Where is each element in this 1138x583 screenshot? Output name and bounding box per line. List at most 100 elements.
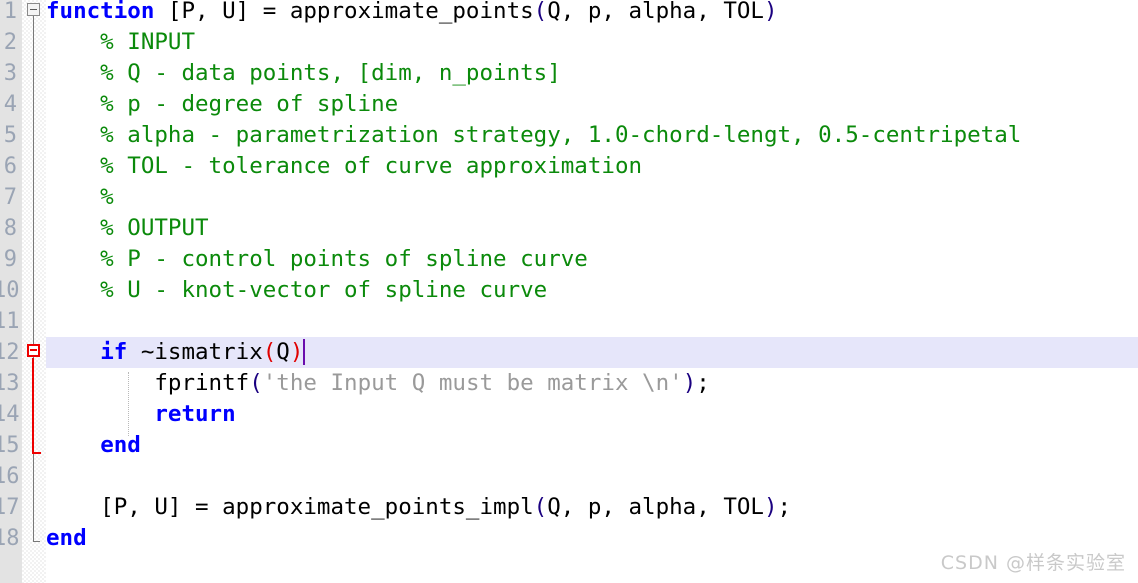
line-number: 5 xyxy=(3,123,17,148)
code-line-text: % U - knot-vector of spline curve xyxy=(46,275,547,306)
code-content-area[interactable]: function [P, U] = approximate_points(Q, … xyxy=(46,0,1138,583)
code-line-text: % OUTPUT xyxy=(46,213,209,244)
token-mparen: ( xyxy=(262,339,277,365)
token-paren: ) xyxy=(763,494,778,520)
token-str: 'the Input Q must be matrix \n' xyxy=(262,370,683,396)
line-number: 14 xyxy=(0,402,20,427)
token-plain: fprintf xyxy=(46,370,250,396)
code-line[interactable] xyxy=(46,306,1138,337)
token-plain: ; xyxy=(696,370,710,396)
code-line-text: function [P, U] = approximate_points(Q, … xyxy=(46,0,778,27)
line-number-gutter: 123456789101112131415161718 xyxy=(0,0,22,583)
line-number: 3 xyxy=(3,61,17,86)
token-paren: ) xyxy=(682,370,697,396)
line-number: 13 xyxy=(0,371,20,396)
code-line-active[interactable]: if ~ismatrix(Q) xyxy=(46,337,1138,368)
token-mparen: ) xyxy=(289,339,304,365)
code-line[interactable]: % xyxy=(46,182,1138,213)
code-line-text: [P, U] = approximate_points_impl(Q, p, a… xyxy=(46,492,791,523)
token-comment: % P - control points of spline curve xyxy=(46,246,588,272)
token-kw: end xyxy=(100,432,141,458)
code-line[interactable]: % P - control points of spline curve xyxy=(46,244,1138,275)
token-comment: % U - knot-vector of spline curve xyxy=(46,277,548,303)
line-number: 6 xyxy=(3,154,17,179)
code-line-text: % Q - data points, [dim, n_points] xyxy=(46,58,561,89)
code-line-text: return xyxy=(46,399,236,430)
code-line[interactable]: function [P, U] = approximate_points(Q, … xyxy=(46,0,1138,27)
code-line-text: % xyxy=(46,182,114,213)
token-plain: Q, p, alpha, TOL xyxy=(547,0,764,24)
line-number: 18 xyxy=(0,526,20,551)
code-line-text: fprintf('the Input Q must be matrix \n')… xyxy=(46,368,710,399)
fold-marker-if[interactable] xyxy=(27,344,40,357)
code-line-text: end xyxy=(46,523,87,554)
code-line[interactable] xyxy=(46,461,1138,492)
token-paren: ( xyxy=(533,494,548,520)
fold-spine-function xyxy=(33,16,34,541)
fold-marker-function[interactable] xyxy=(27,3,40,16)
fold-end-tick-if xyxy=(32,452,41,454)
token-paren: ( xyxy=(249,370,263,396)
line-number: 17 xyxy=(0,495,20,520)
minus-icon xyxy=(30,349,37,351)
line-number: 12 xyxy=(0,340,20,365)
code-line-text: % p - degree of spline xyxy=(46,89,398,120)
line-number: 11 xyxy=(0,309,20,334)
token-comment: % alpha - parametrization strategy, 1.0-… xyxy=(46,122,1022,148)
token-comment: % OUTPUT xyxy=(46,215,209,241)
code-folding-column[interactable] xyxy=(22,0,46,583)
code-line[interactable]: end xyxy=(46,430,1138,461)
minus-icon xyxy=(30,9,37,10)
text-caret xyxy=(303,339,306,365)
code-line[interactable]: % p - degree of spline xyxy=(46,89,1138,120)
fold-end-tick-function xyxy=(33,541,40,542)
code-line-text: end xyxy=(46,430,141,461)
line-number: 8 xyxy=(3,216,17,241)
token-kw: end xyxy=(46,525,87,551)
code-line-text: % TOL - tolerance of curve approximation xyxy=(46,151,642,182)
token-plain: [P, U] = approximate_points_impl xyxy=(46,494,534,520)
token-plain: [P, U] = approximate_points xyxy=(154,0,534,24)
code-line[interactable]: % U - knot-vector of spline curve xyxy=(46,275,1138,306)
fold-spine-if xyxy=(32,358,34,452)
token-plain: ~ismatrix xyxy=(127,339,263,365)
token-comment: % TOL - tolerance of curve approximation xyxy=(46,153,643,179)
code-line[interactable]: [P, U] = approximate_points_impl(Q, p, a… xyxy=(46,492,1138,523)
code-line[interactable]: return xyxy=(46,399,1138,430)
line-number: 10 xyxy=(0,278,20,303)
code-line[interactable]: % Q - data points, [dim, n_points] xyxy=(46,58,1138,89)
code-line-text: % P - control points of spline curve xyxy=(46,244,588,275)
token-comment: % p - degree of spline xyxy=(46,91,399,117)
code-line-text: % INPUT xyxy=(46,27,195,58)
watermark-text: CSDN @样条实验室 xyxy=(940,552,1126,574)
code-line[interactable]: % INPUT xyxy=(46,27,1138,58)
code-editor[interactable]: 123456789101112131415161718 function [P,… xyxy=(0,0,1138,583)
token-comment: % INPUT xyxy=(46,29,196,55)
line-number: 9 xyxy=(3,247,17,272)
token-kw: return xyxy=(154,401,236,427)
token-kw: function xyxy=(46,0,155,24)
line-number: 16 xyxy=(0,464,20,489)
token-paren: ( xyxy=(533,0,548,24)
token-plain: Q, p, alpha, TOL xyxy=(547,494,764,520)
token-plain: Q xyxy=(276,339,290,365)
code-line[interactable]: % alpha - parametrization strategy, 1.0-… xyxy=(46,120,1138,151)
token-paren: ) xyxy=(763,0,778,24)
code-line[interactable]: % OUTPUT xyxy=(46,213,1138,244)
token-comment: % xyxy=(46,184,114,210)
line-number: 2 xyxy=(3,30,17,55)
code-line[interactable]: % TOL - tolerance of curve approximation xyxy=(46,151,1138,182)
token-kw: if xyxy=(100,339,128,365)
line-number: 7 xyxy=(3,185,17,210)
token-comment: % Q - data points, [dim, n_points] xyxy=(46,60,561,86)
line-number: 15 xyxy=(0,433,20,458)
token-plain: ; xyxy=(777,494,792,520)
code-line-text: % alpha - parametrization strategy, 1.0-… xyxy=(46,120,1021,151)
code-line-text: if ~ismatrix(Q) xyxy=(46,337,303,368)
line-number: 1 xyxy=(3,0,17,24)
code-line[interactable]: fprintf('the Input Q must be matrix \n')… xyxy=(46,368,1138,399)
line-number: 4 xyxy=(3,92,17,117)
